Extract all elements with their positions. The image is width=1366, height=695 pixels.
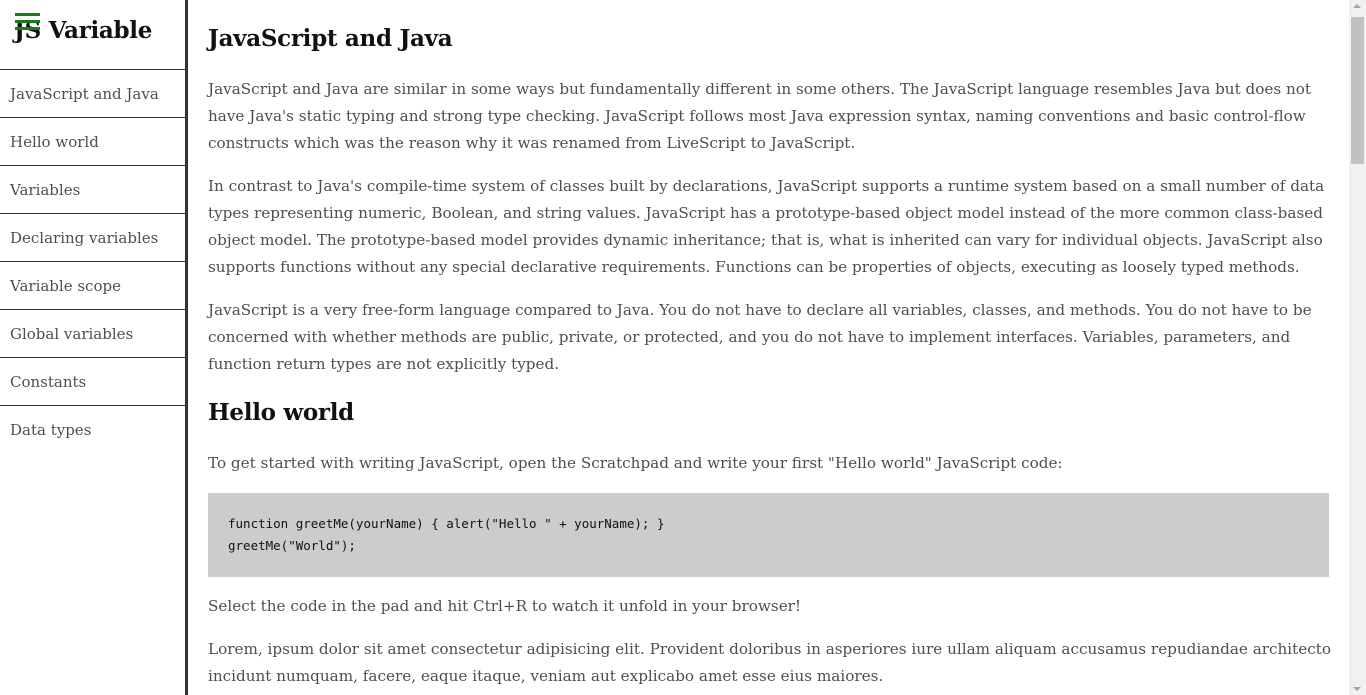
sidebar-header: JS Variable (0, 0, 185, 70)
section-heading: JavaScript and Java (208, 25, 453, 52)
hamburger-menu-icon[interactable] (15, 13, 40, 33)
paragraph: JavaScript is a very free-form language … (208, 301, 1312, 373)
code-line: function greetMe(yourName) { alert("Hell… (228, 516, 665, 531)
sidebar: JS Variable JavaScript and Java Hello wo… (0, 0, 188, 695)
nav-item-hello-world[interactable]: Hello world (0, 118, 185, 166)
scroll-up-arrow-icon[interactable] (1353, 4, 1361, 8)
nav-item-declaring-variables[interactable]: Declaring variables (0, 214, 185, 262)
vertical-scrollbar[interactable] (1349, 0, 1366, 695)
menu-icon-bar (15, 13, 40, 16)
paragraph: Select the code in the pad and hit Ctrl+… (208, 597, 802, 615)
scroll-down-arrow-icon[interactable] (1353, 687, 1361, 691)
paragraph: Lorem, ipsum dolor sit amet consectetur … (208, 640, 1331, 685)
paragraph: JavaScript and Java are similar in some … (208, 80, 1312, 152)
paragraph: To get started with writing JavaScript, … (208, 454, 1063, 472)
nav-item-constants[interactable]: Constants (0, 358, 185, 406)
nav-item-data-types[interactable]: Data types (0, 406, 185, 454)
nav-item-variable-scope[interactable]: Variable scope (0, 262, 185, 310)
main-content: JavaScript and Java JavaScript and Java … (188, 0, 1349, 695)
menu-icon-bar (15, 27, 40, 30)
menu-icon-bar (15, 20, 40, 23)
code-block[interactable]: function greetMe(yourName) { alert("Hell… (208, 493, 1329, 577)
nav-item-variables[interactable]: Variables (0, 166, 185, 214)
section-heading: Hello world (208, 399, 354, 426)
paragraph: In contrast to Java's compile-time syste… (208, 177, 1325, 276)
code-line: greetMe("World"); (228, 538, 356, 553)
nav-item-global-variables[interactable]: Global variables (0, 310, 185, 358)
nav-item-javascript-and-java[interactable]: JavaScript and Java (0, 70, 185, 118)
nav-list: JavaScript and Java Hello world Variable… (0, 70, 185, 454)
scrollbar-thumb[interactable] (1351, 17, 1364, 164)
